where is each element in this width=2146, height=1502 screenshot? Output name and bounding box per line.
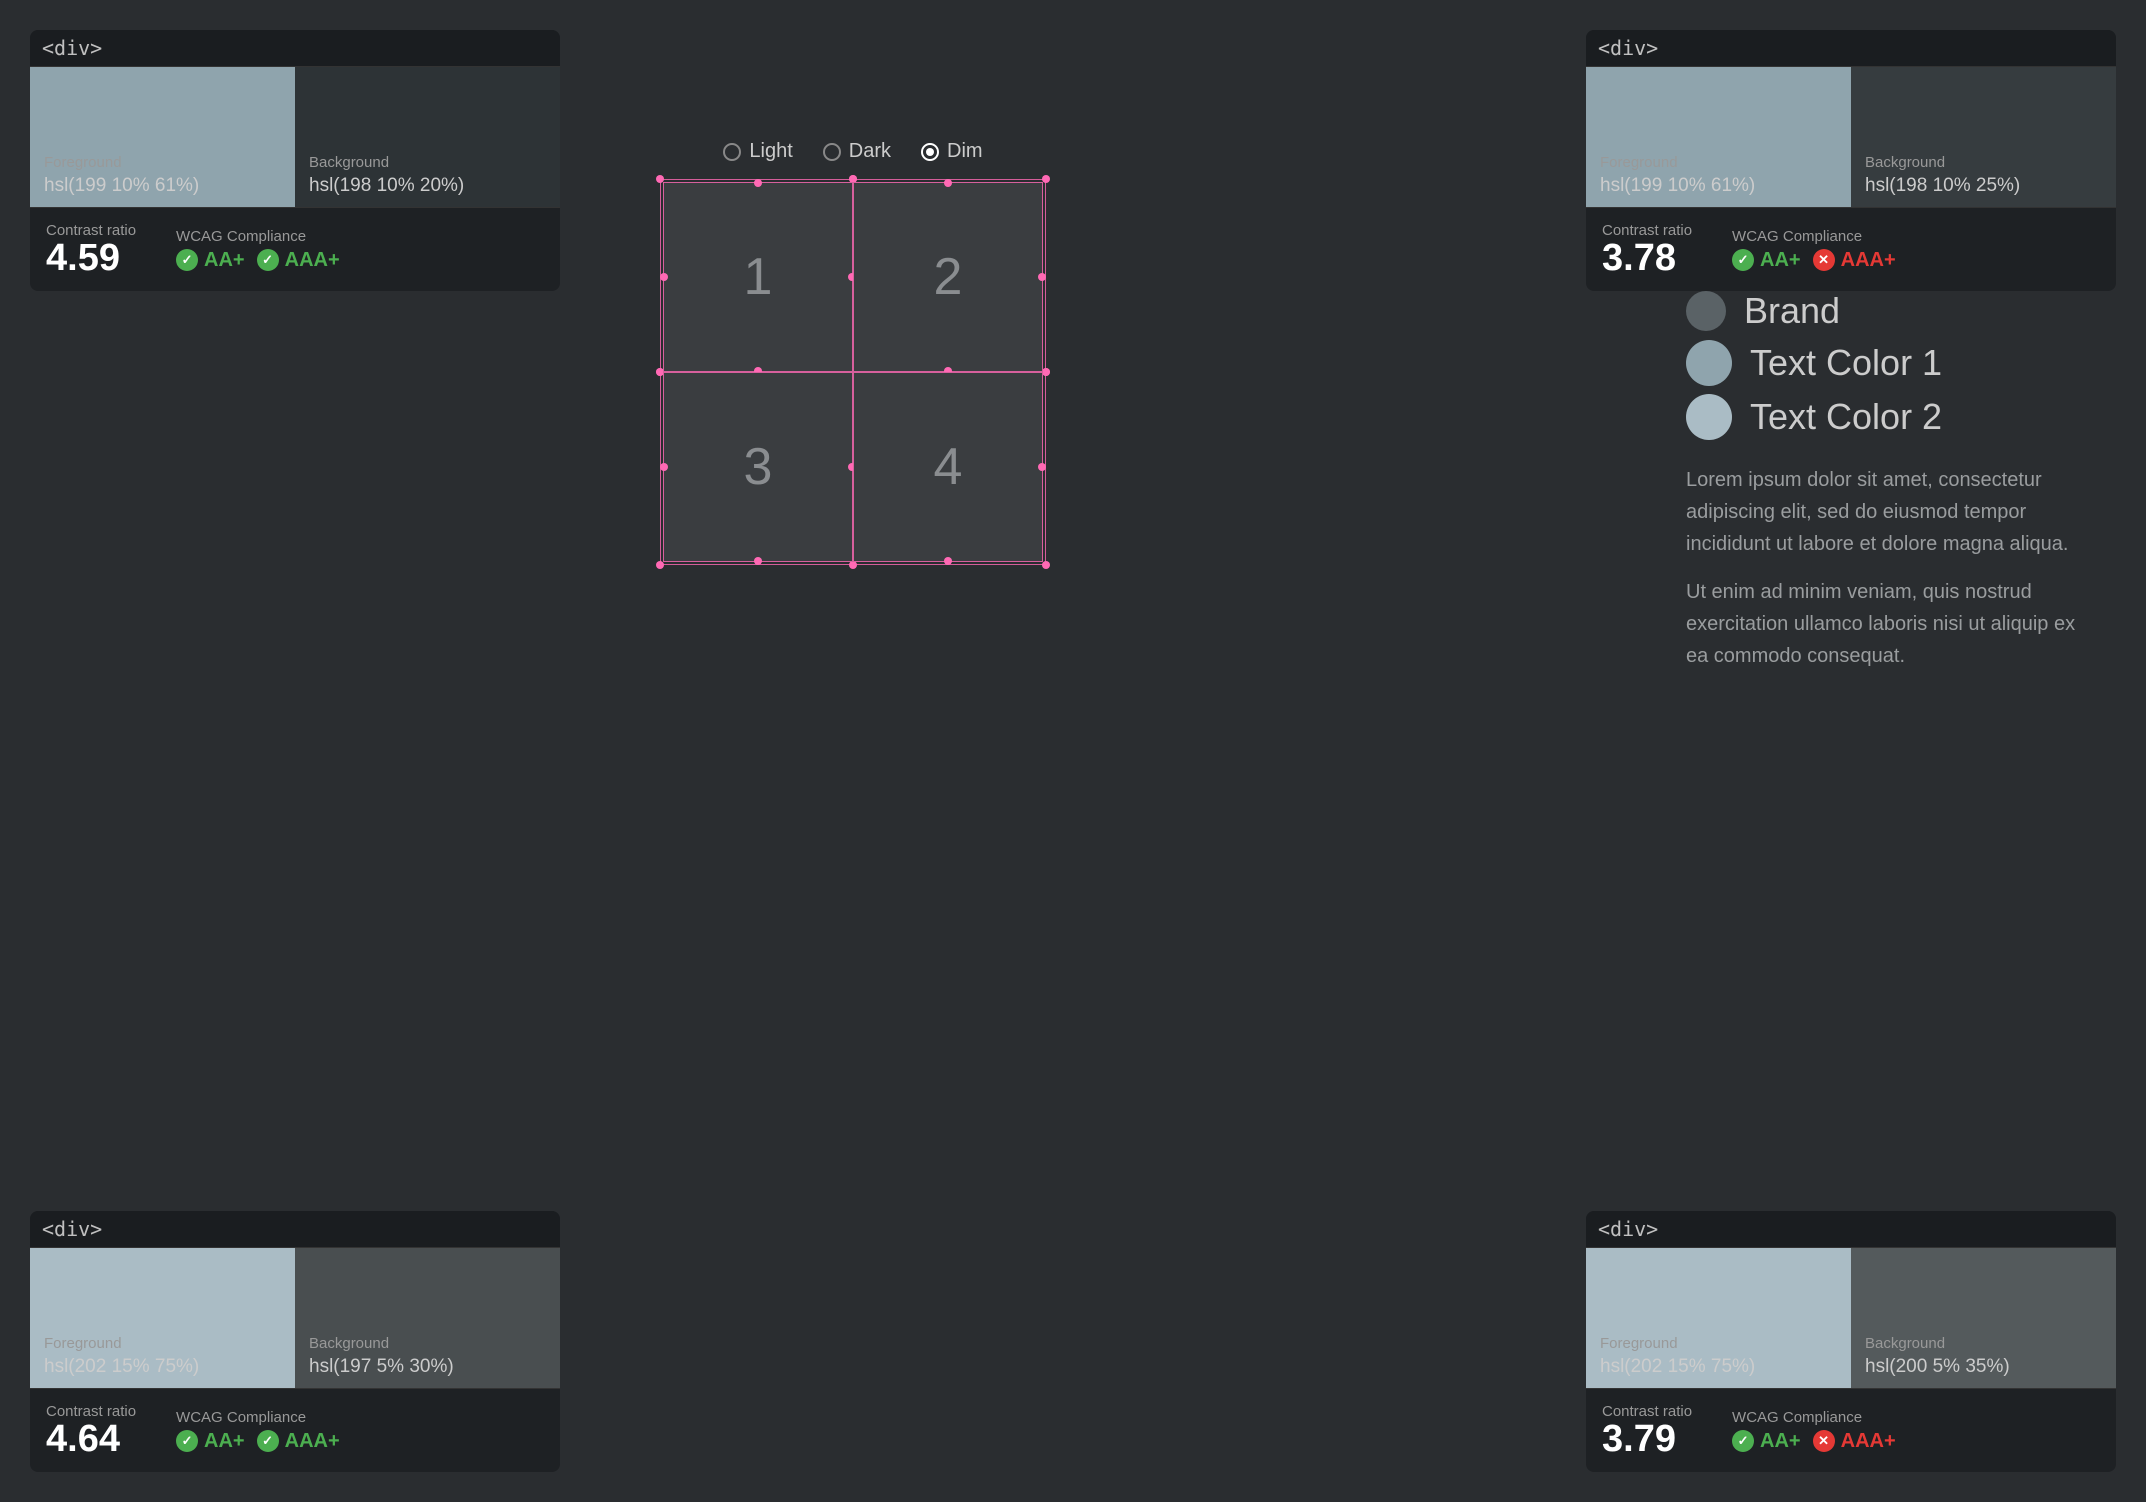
aa-icon-tl: ✓ [176, 249, 198, 271]
cell4-handle-right[interactable] [1038, 463, 1046, 471]
aaa-badge-bl: ✓ AAA+ [257, 1430, 340, 1453]
contrast-section-br: Contrast ratio 3.79 [1602, 1403, 1692, 1458]
wcag-badges-bl: ✓ AA+ ✓ AAA+ [176, 1430, 340, 1453]
color-swatches-bl: Foreground hsl(202 15% 75%) Background h… [30, 1248, 560, 1388]
wcag-section-bl: WCAG Compliance ✓ AA+ ✓ AAA+ [176, 1409, 340, 1453]
grid-cell-4: 4 [853, 372, 1043, 562]
aaa-badge-tl: ✓ AAA+ [257, 249, 340, 272]
cell1-handle-left[interactable] [660, 273, 668, 281]
background-swatch-br: Background hsl(200 5% 35%) [1851, 1248, 2116, 1388]
wcag-badges-br: ✓ AA+ ✕ AAA+ [1732, 1430, 1896, 1453]
cell3-handle-left[interactable] [660, 463, 668, 471]
panel-stats-tr: Contrast ratio 3.78 WCAG Compliance ✓ AA… [1586, 207, 2116, 291]
contrast-section-bl: Contrast ratio 4.64 [46, 1403, 136, 1458]
radio-dim[interactable]: Dim [921, 140, 983, 163]
cell2-handle-right[interactable] [1038, 273, 1046, 281]
panel-tag-tl: <div> [30, 30, 560, 67]
legend-item-text1: Text Color 1 [1686, 340, 2086, 386]
cell1-handle-top[interactable] [754, 179, 762, 187]
grid-cell-1: 1 [663, 182, 853, 372]
foreground-swatch-bl: Foreground hsl(202 15% 75%) [30, 1248, 295, 1388]
aaa-icon-bl: ✓ [257, 1430, 279, 1452]
color-swatches-tl: Foreground hsl(199 10% 61%) Background h… [30, 67, 560, 207]
color-swatches-tr: Foreground hsl(199 10% 61%) Background h… [1586, 67, 2116, 207]
panel-tag-bl: <div> [30, 1211, 560, 1248]
wcag-section-br: WCAG Compliance ✓ AA+ ✕ AAA+ [1732, 1409, 1896, 1453]
aa-badge-tr: ✓ AA+ [1732, 249, 1801, 272]
foreground-swatch-br: Foreground hsl(202 15% 75%) [1586, 1248, 1851, 1388]
cell2-handle-top[interactable] [944, 179, 952, 187]
wcag-badges-tl: ✓ AA+ ✓ AAA+ [176, 249, 340, 272]
contrast-section-tl: Contrast ratio 4.59 [46, 222, 136, 277]
panel-stats-bl: Contrast ratio 4.64 WCAG Compliance ✓ AA… [30, 1388, 560, 1472]
wcag-badges-tr: ✓ AA+ ✕ AAA+ [1732, 249, 1896, 272]
aa-badge-bl: ✓ AA+ [176, 1430, 245, 1453]
panel-tag-tr: <div> [1586, 30, 2116, 67]
bottom-right-panel: <div> Foreground hsl(202 15% 75%) Backgr… [1586, 1211, 2116, 1472]
legend-item-text2: Text Color 2 [1686, 394, 2086, 440]
panel-stats-br: Contrast ratio 3.79 WCAG Compliance ✓ AA… [1586, 1388, 2116, 1472]
center-area: Light Dark Dim [660, 140, 1046, 565]
aa-badge-br: ✓ AA+ [1732, 1430, 1801, 1453]
legend-item-brand: Brand [1686, 290, 2086, 332]
aaa-icon-tr: ✕ [1813, 249, 1835, 271]
aa-icon-bl: ✓ [176, 1430, 198, 1452]
right-info-panel: Brand Text Color 1 Text Color 2 Lorem ip… [1686, 290, 2086, 688]
color-swatches-br: Foreground hsl(202 15% 75%) Background h… [1586, 1248, 2116, 1388]
radio-group: Light Dark Dim [723, 140, 982, 163]
legend: Brand Text Color 1 Text Color 2 [1686, 290, 2086, 440]
radio-circle-light [723, 143, 741, 161]
grid-cell-3: 3 [663, 372, 853, 562]
wcag-section-tl: WCAG Compliance ✓ AA+ ✓ AAA+ [176, 228, 340, 272]
lorem-text: Lorem ipsum dolor sit amet, consectetur … [1686, 464, 2086, 672]
foreground-swatch-tl: Foreground hsl(199 10% 61%) [30, 67, 295, 207]
aa-badge-tl: ✓ AA+ [176, 249, 245, 272]
layout-grid: 1 2 3 4 [660, 179, 1046, 565]
bottom-left-panel: <div> Foreground hsl(202 15% 75%) Backgr… [30, 1211, 560, 1472]
panel-tag-br: <div> [1586, 1211, 2116, 1248]
top-left-panel: <div> Foreground hsl(199 10% 61%) Backgr… [30, 30, 560, 291]
radio-light[interactable]: Light [723, 140, 792, 163]
brand-color-circle [1686, 291, 1726, 331]
lorem-p1: Lorem ipsum dolor sit amet, consectetur … [1686, 464, 2086, 560]
text1-color-circle [1686, 340, 1732, 386]
cell3-handle-bottom[interactable] [754, 557, 762, 565]
wcag-section-tr: WCAG Compliance ✓ AA+ ✕ AAA+ [1732, 228, 1896, 272]
aaa-icon-br: ✕ [1813, 1430, 1835, 1452]
background-swatch-tl: Background hsl(198 10% 20%) [295, 67, 560, 207]
grid-cell-2: 2 [853, 182, 1043, 372]
cell4-handle-bottom[interactable] [944, 557, 952, 565]
radio-circle-dim [921, 143, 939, 161]
text2-color-circle [1686, 394, 1732, 440]
lorem-p2: Ut enim ad minim veniam, quis nostrud ex… [1686, 576, 2086, 672]
aaa-icon-tl: ✓ [257, 249, 279, 271]
background-swatch-tr: Background hsl(198 10% 25%) [1851, 67, 2116, 207]
aa-icon-br: ✓ [1732, 1430, 1754, 1452]
contrast-section-tr: Contrast ratio 3.78 [1602, 222, 1692, 277]
aa-icon-tr: ✓ [1732, 249, 1754, 271]
radio-circle-dark [823, 143, 841, 161]
radio-dark[interactable]: Dark [823, 140, 891, 163]
background-swatch-bl: Background hsl(197 5% 30%) [295, 1248, 560, 1388]
grid-wrapper: 1 2 3 4 [660, 179, 1046, 565]
panel-stats-tl: Contrast ratio 4.59 WCAG Compliance ✓ AA… [30, 207, 560, 291]
top-right-panel: <div> Foreground hsl(199 10% 61%) Backgr… [1586, 30, 2116, 291]
aaa-badge-br: ✕ AAA+ [1813, 1430, 1896, 1453]
aaa-badge-tr: ✕ AAA+ [1813, 249, 1896, 272]
foreground-swatch-tr: Foreground hsl(199 10% 61%) [1586, 67, 1851, 207]
